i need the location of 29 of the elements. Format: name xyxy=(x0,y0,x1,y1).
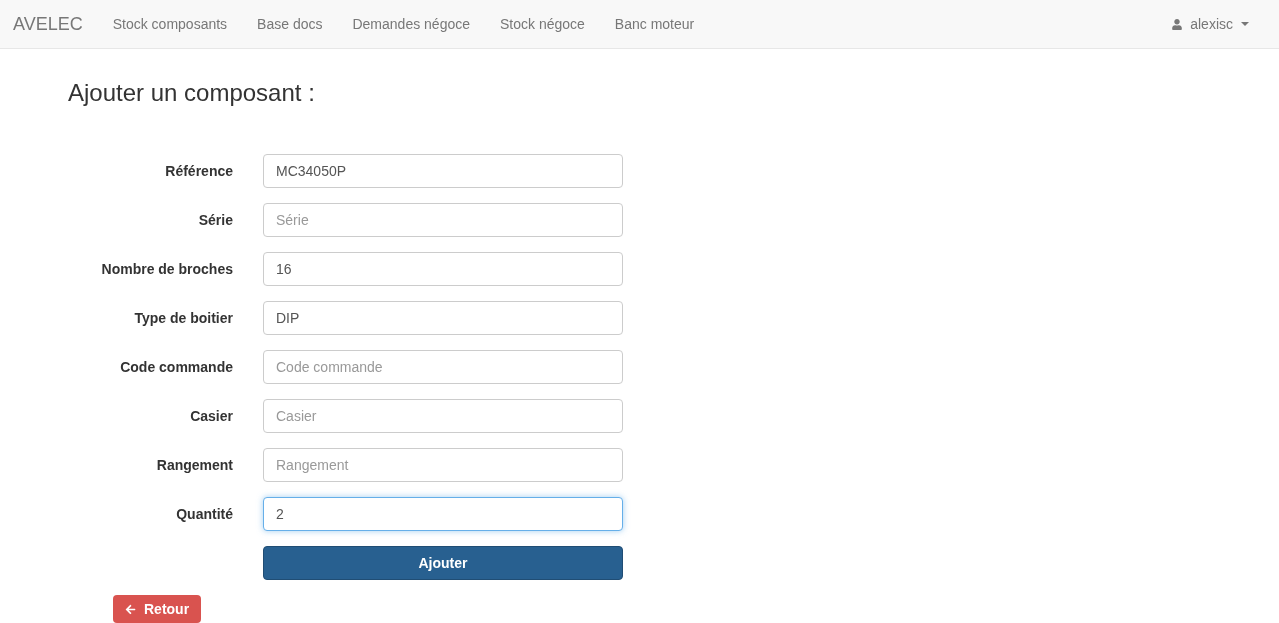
field-label: Type de boitier xyxy=(133,308,233,328)
input-field[interactable]: Casier xyxy=(263,399,623,433)
input-field[interactable]: 16 xyxy=(263,252,623,286)
input-field[interactable]: Code commande xyxy=(263,350,623,384)
nav-link[interactable]: Demandes négoce xyxy=(352,13,470,35)
back-button[interactable]: Retour xyxy=(113,595,202,623)
user-icon xyxy=(1172,18,1183,30)
nav-link[interactable]: Base docs xyxy=(257,13,323,35)
submit-button[interactable]: Ajouter xyxy=(263,546,623,580)
nav-link[interactable]: Stock négoce xyxy=(500,13,585,35)
field-label: Rangement xyxy=(155,455,233,475)
field-label: Casier xyxy=(189,406,233,426)
input-field[interactable]: Série xyxy=(263,203,623,237)
nav-link[interactable]: Stock composants xyxy=(112,13,228,35)
page-title: Ajouter un composant : xyxy=(68,79,316,107)
brand-link[interactable]: AVELEC xyxy=(13,10,83,38)
user-menu[interactable]: alexisc xyxy=(1172,13,1249,35)
input-field[interactable]: MC34050P xyxy=(263,154,623,188)
input-field[interactable]: 2 xyxy=(263,497,623,531)
field-label: Référence xyxy=(164,161,233,181)
nav-link[interactable]: Banc moteur xyxy=(614,13,695,35)
arrow-left-icon xyxy=(125,603,136,615)
caret-icon xyxy=(1241,22,1249,26)
field-label: Série xyxy=(197,210,233,230)
field-label: Nombre de broches xyxy=(100,259,233,279)
input-field[interactable]: DIP xyxy=(263,301,623,335)
input-field[interactable]: Rangement xyxy=(263,448,623,482)
field-label: Code commande xyxy=(119,357,233,377)
field-label: Quantité xyxy=(175,504,233,524)
